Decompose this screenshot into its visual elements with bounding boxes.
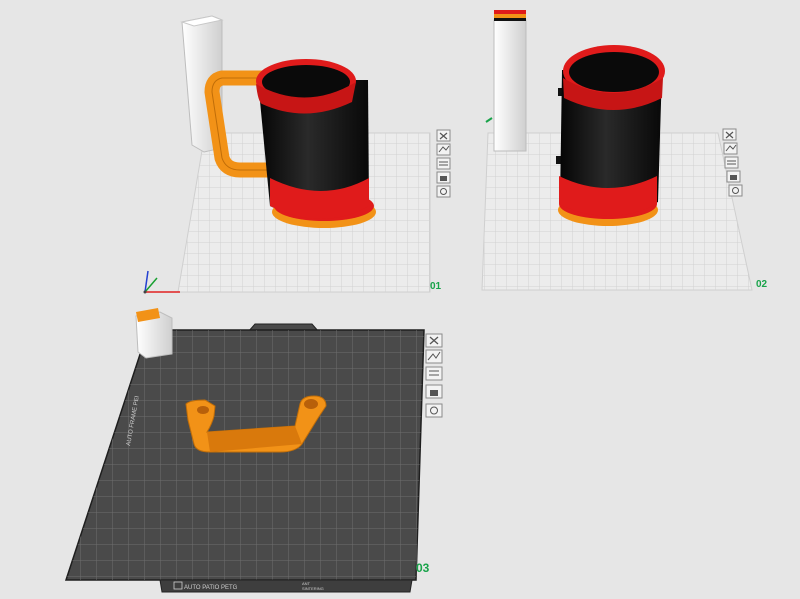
- arrange-icon[interactable]: [723, 142, 738, 155]
- plate-02[interactable]: 02: [481, 10, 768, 291]
- plate-01[interactable]: 01: [143, 15, 451, 294]
- settings-icon[interactable]: [436, 185, 451, 198]
- plate-02-label: 02: [756, 279, 768, 290]
- plate-03-toolbar: [425, 333, 443, 418]
- close-icon[interactable]: [436, 129, 451, 142]
- plate-01-mug[interactable]: [256, 59, 376, 228]
- close-icon[interactable]: [722, 128, 737, 141]
- plate-03[interactable]: AUTO FRAME PEI AUTO PATIO PETG ANT SINTE…: [64, 308, 443, 593]
- settings-icon[interactable]: [425, 403, 443, 418]
- slicer-3d-viewport[interactable]: 01 02 AUTO FRAME PEI AUTO PATIO PETG ANT…: [0, 0, 800, 599]
- lock-icon[interactable]: [436, 171, 451, 184]
- plate-03-bed-grid: [66, 330, 424, 580]
- plate-03-bed-small-text-2: SINTERING: [302, 586, 324, 591]
- plate-03-bed-bottom-text: AUTO PATIO PETG: [184, 585, 238, 591]
- layers-icon[interactable]: [436, 157, 451, 170]
- plate-01-label: 01: [430, 281, 442, 292]
- arrange-icon[interactable]: [425, 349, 443, 364]
- lock-icon[interactable]: [726, 170, 741, 183]
- plate-02-mug[interactable]: [556, 45, 665, 226]
- layers-icon[interactable]: [425, 366, 443, 381]
- settings-icon[interactable]: [728, 184, 743, 197]
- close-icon[interactable]: [425, 333, 443, 348]
- plate-03-wipe-tower[interactable]: [135, 308, 173, 359]
- layers-icon[interactable]: [724, 156, 739, 169]
- plate-01-toolbar: [436, 129, 451, 198]
- plate-02-wipe-tower[interactable]: [485, 10, 527, 152]
- plate-03-label: 03: [416, 561, 430, 575]
- lock-icon[interactable]: [425, 384, 443, 399]
- arrange-icon[interactable]: [436, 143, 451, 156]
- axis-gizmo: [143, 270, 180, 294]
